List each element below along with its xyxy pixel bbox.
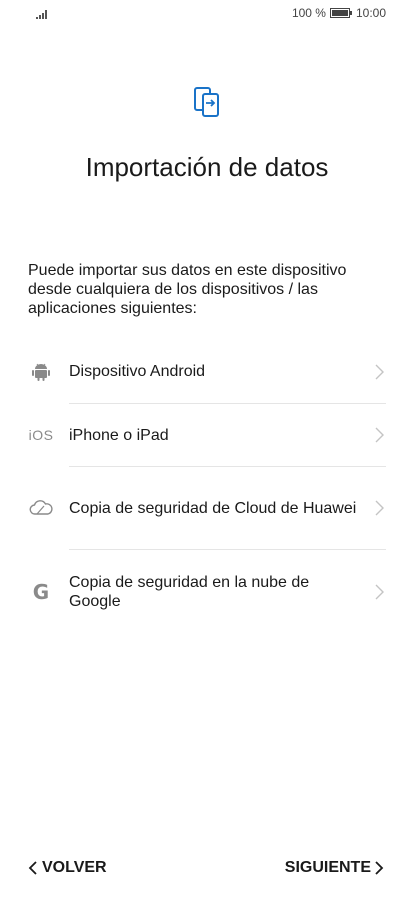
chevron-right-icon bbox=[375, 861, 384, 875]
option-huawei-cloud-backup[interactable]: Copia de seguridad de Cloud de Huawei bbox=[28, 467, 386, 549]
signal-icon bbox=[36, 10, 47, 19]
android-icon bbox=[28, 359, 54, 385]
import-options-list: Dispositivo Android iOS iPhone o iPad Co… bbox=[28, 340, 386, 634]
chevron-right-icon bbox=[375, 427, 384, 443]
google-icon-letter: G bbox=[32, 580, 50, 604]
option-label: Copia de seguridad de Cloud de Huawei bbox=[69, 499, 357, 517]
clock: 10:00 bbox=[355, 6, 386, 20]
option-label: iPhone o iPad bbox=[69, 426, 169, 444]
google-icon: G bbox=[28, 579, 54, 605]
option-google-cloud-backup[interactable]: G Copia de seguridad en la nube de Googl… bbox=[28, 550, 386, 634]
chevron-right-icon bbox=[375, 364, 384, 379]
chevron-right-icon bbox=[375, 500, 384, 516]
back-button[interactable]: VOLVER bbox=[28, 859, 107, 877]
back-button-label: VOLVER bbox=[42, 859, 107, 876]
chevron-left-icon bbox=[28, 861, 37, 875]
battery-percent: 100 % bbox=[291, 6, 326, 20]
option-label: Dispositivo Android bbox=[69, 363, 206, 380]
status-right: 100 % 10:00 bbox=[292, 6, 386, 20]
description-text: Puede importar sus datos en este disposi… bbox=[28, 262, 347, 317]
page-title: Importación de datos bbox=[85, 152, 329, 182]
option-label: Copia de seguridad en la nube de Google bbox=[69, 574, 310, 610]
option-android-device[interactable]: Dispositivo Android bbox=[28, 340, 386, 403]
option-iphone-ipad[interactable]: iOS iPhone o iPad bbox=[28, 404, 386, 466]
status-bar: 100 % 10:00 bbox=[0, 0, 414, 26]
cloud-icon bbox=[28, 495, 54, 521]
ios-icon: iOS bbox=[28, 422, 54, 448]
battery-icon bbox=[329, 8, 352, 18]
next-button[interactable]: SIGUIENTE bbox=[285, 859, 384, 877]
footer-navigation: VOLVER SIGUIENTE bbox=[0, 857, 414, 885]
chevron-right-icon bbox=[375, 584, 384, 600]
phone-transfer-icon bbox=[194, 87, 219, 117]
ios-icon-text: iOS bbox=[28, 427, 54, 443]
next-button-label: SIGUIENTE bbox=[284, 859, 371, 876]
